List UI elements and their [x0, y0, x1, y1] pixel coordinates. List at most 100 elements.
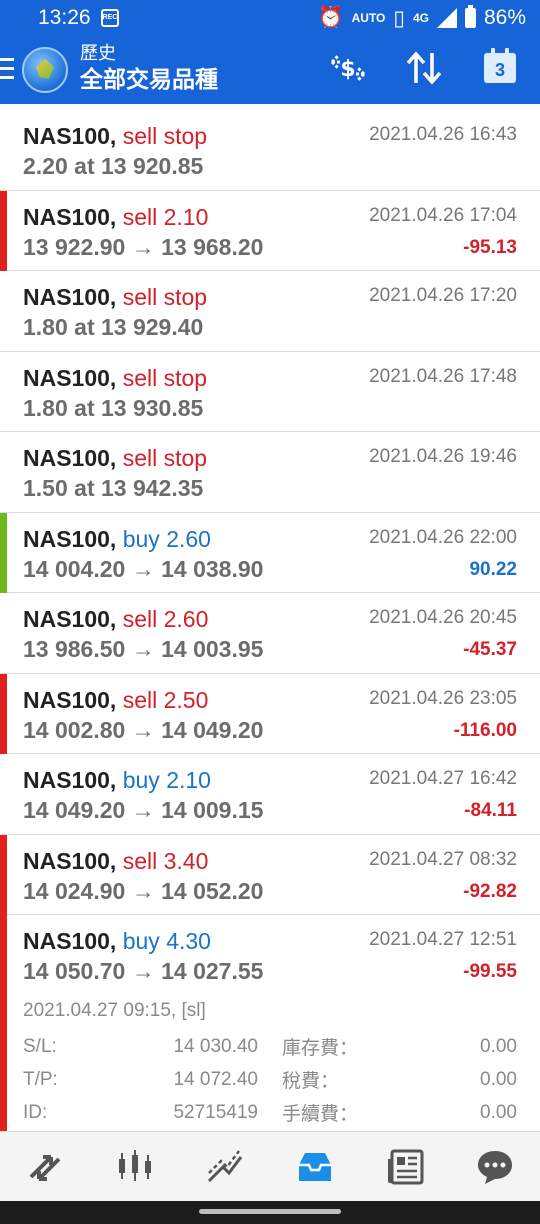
- trade-row[interactable]: NAS100, buy 2.10 14 049.20 → 14 009.15 202…: [0, 754, 540, 835]
- trade-title: NAS100, sell 2.60: [23, 605, 208, 633]
- trade-datetime: 2021.04.26 19:46: [369, 446, 517, 467]
- trade-row[interactable]: NAS100, sell 2.10 13 922.90 → 13 968.20 20…: [0, 190, 540, 271]
- trade-prices: 1.50 at 13 942.35: [23, 475, 204, 501]
- gesture-bar: [0, 1201, 540, 1224]
- date-range-button[interactable]: 3: [480, 48, 520, 88]
- nav-trade[interactable]: [195, 1137, 255, 1197]
- battery-percent: 86%: [483, 6, 526, 29]
- commission-value: 0.00: [480, 1101, 517, 1123]
- trade-profit: -99.55: [463, 961, 517, 982]
- swap-label: 庫存費：: [282, 1038, 359, 1059]
- history-icon: [299, 1152, 331, 1181]
- trade-datetime: 2021.04.26 22:00: [369, 526, 517, 548]
- trade-datetime: 2021.04.27 08:32: [369, 848, 517, 870]
- trade-type: sell stop: [122, 284, 208, 310]
- trade-symbol: NAS100,: [23, 928, 117, 954]
- nav-chat[interactable]: [465, 1137, 525, 1197]
- trade-datetime: 2021.04.27 16:42: [369, 768, 517, 789]
- history-screen: 13:26 REC ⏰ AUTO ▯ 4G 86% 歷史 全部交易品種 $ 3 …: [0, 0, 540, 1224]
- trade-title: NAS100, buy 4.30: [23, 927, 211, 955]
- chart-icon: [119, 1149, 151, 1181]
- trade-type: sell 2.10: [122, 203, 209, 230]
- trade-symbol: NAS100,: [23, 445, 117, 471]
- position-accent-bar: [0, 834, 7, 915]
- bottom-nav: [0, 1131, 540, 1201]
- quotes-icon: [29, 1154, 61, 1181]
- trade-title: NAS100, sell stop: [23, 283, 207, 311]
- position-accent-bar: [0, 512, 7, 593]
- symbol-filter: 全部交易品種: [80, 66, 218, 92]
- battery-icon: [464, 5, 476, 28]
- open-time: 2021.04.27 09:15, [sl]: [23, 1000, 206, 1021]
- nav-quotes[interactable]: [15, 1137, 75, 1197]
- trade-datetime: 2021.04.26 23:05: [369, 687, 517, 709]
- trade-title: NAS100, sell stop: [23, 122, 207, 150]
- trade-symbol: NAS100,: [23, 525, 117, 552]
- trade-type: sell 2.60: [122, 606, 209, 632]
- trade-datetime: 2021.04.26 20:45: [369, 607, 517, 628]
- trade-title: NAS100, buy 2.10: [23, 766, 211, 794]
- trade-symbol: NAS100,: [23, 123, 117, 149]
- alarm-icon: ⏰: [317, 6, 344, 29]
- trade-row[interactable]: NAS100, sell stop 2.20 at 13 920.85 2021.0…: [0, 110, 540, 191]
- trade-prices: 2.20 at 13 920.85: [23, 153, 204, 179]
- trade-datetime: 2021.04.26 17:04: [369, 204, 517, 226]
- trade-profit: -84.11: [464, 800, 517, 821]
- home-indicator[interactable]: [199, 1209, 341, 1214]
- trade-type: sell stop: [122, 364, 208, 391]
- trade-row[interactable]: NAS100, sell stop 1.80 at 13 930.85 2021.0…: [0, 351, 540, 432]
- deposit-withdraw-button[interactable]: $: [328, 48, 368, 88]
- trade-title: NAS100, sell 2.10: [23, 203, 208, 231]
- position-accent-bar: [0, 915, 7, 1135]
- nav-news[interactable]: [375, 1137, 435, 1197]
- svg-text:$: $: [340, 57, 355, 82]
- tax-label: 稅費：: [282, 1071, 340, 1092]
- trade-row[interactable]: NAS100, sell 2.50 14 002.80 → 14 049.20 20…: [0, 673, 540, 754]
- trade-profit: -92.82: [463, 880, 517, 902]
- title-block[interactable]: 歷史 全部交易品種: [80, 42, 218, 94]
- trade-type: buy 2.60: [122, 525, 211, 552]
- trade-history-list: NAS100, sell stop 2.20 at 13 920.85 2021.0…: [0, 110, 540, 1135]
- trade-profit: -116.00: [453, 719, 517, 741]
- sort-button[interactable]: [404, 48, 444, 88]
- trade-row[interactable]: NAS100, buy 2.60 14 004.20 → 14 038.90 202…: [0, 512, 540, 593]
- vibrate-icon: ▯: [393, 6, 405, 30]
- trade-prices: 13 986.50 → 14 003.95: [23, 636, 264, 662]
- trade-type: sell 3.40: [122, 847, 209, 874]
- trade-title: NAS100, sell 3.40: [23, 847, 208, 875]
- tax-value: 0.00: [480, 1068, 517, 1090]
- sl-label: S/L:: [23, 1035, 57, 1057]
- trade-profit: -95.13: [463, 236, 517, 258]
- trade-prices: 1.80 at 13 929.40: [23, 314, 204, 340]
- trade-title: NAS100, sell stop: [23, 444, 207, 472]
- app-bar: 歷史 全部交易品種 $ 3: [0, 36, 540, 104]
- trade-symbol: NAS100,: [23, 686, 117, 713]
- chat-icon: [478, 1150, 512, 1184]
- trade-symbol: NAS100,: [23, 364, 117, 391]
- tp-label: T/P:: [23, 1068, 58, 1090]
- trade-datetime: 2021.04.27 12:51: [369, 929, 517, 950]
- trade-row[interactable]: NAS100, sell 3.40 14 024.90 → 14 052.20 20…: [0, 834, 540, 915]
- trade-row-expanded[interactable]: NAS100, buy 4.30 14 050.70 → 14 027.55 202…: [0, 915, 540, 1135]
- nav-chart[interactable]: [105, 1137, 165, 1197]
- network-type: 4G: [412, 11, 429, 25]
- trade-row[interactable]: NAS100, sell stop 1.80 at 13 929.40 2021.0…: [0, 271, 540, 352]
- trade-row[interactable]: NAS100, sell stop 1.50 at 13 942.35 2021.0…: [0, 432, 540, 513]
- trade-type: sell stop: [122, 123, 208, 149]
- nav-history[interactable]: [285, 1137, 345, 1197]
- trade-row[interactable]: NAS100, sell 2.60 13 986.50 → 14 003.95 20…: [0, 593, 540, 674]
- trade-title: NAS100, sell stop: [23, 364, 207, 392]
- trade-prices: 13 922.90 → 13 968.20: [23, 233, 264, 260]
- trade-prices: 14 050.70 → 14 027.55: [23, 958, 264, 984]
- id-label: ID:: [23, 1101, 48, 1123]
- menu-icon[interactable]: [0, 58, 14, 80]
- trade-details: 2021.04.27 09:15, [sl] S/L: 14 030.40 庫存費： 0…: [23, 997, 517, 1129]
- trade-icon: [207, 1149, 243, 1182]
- sort-arrows-icon: [406, 51, 442, 85]
- trade-symbol: NAS100,: [23, 606, 117, 632]
- trade-prices: 1.80 at 13 930.85: [23, 394, 204, 421]
- trade-datetime: 2021.04.26 17:20: [369, 285, 517, 306]
- trade-prices: 14 004.20 → 14 038.90: [23, 555, 264, 582]
- swap-value: 0.00: [480, 1035, 517, 1057]
- trade-datetime: 2021.04.26 17:48: [369, 365, 517, 387]
